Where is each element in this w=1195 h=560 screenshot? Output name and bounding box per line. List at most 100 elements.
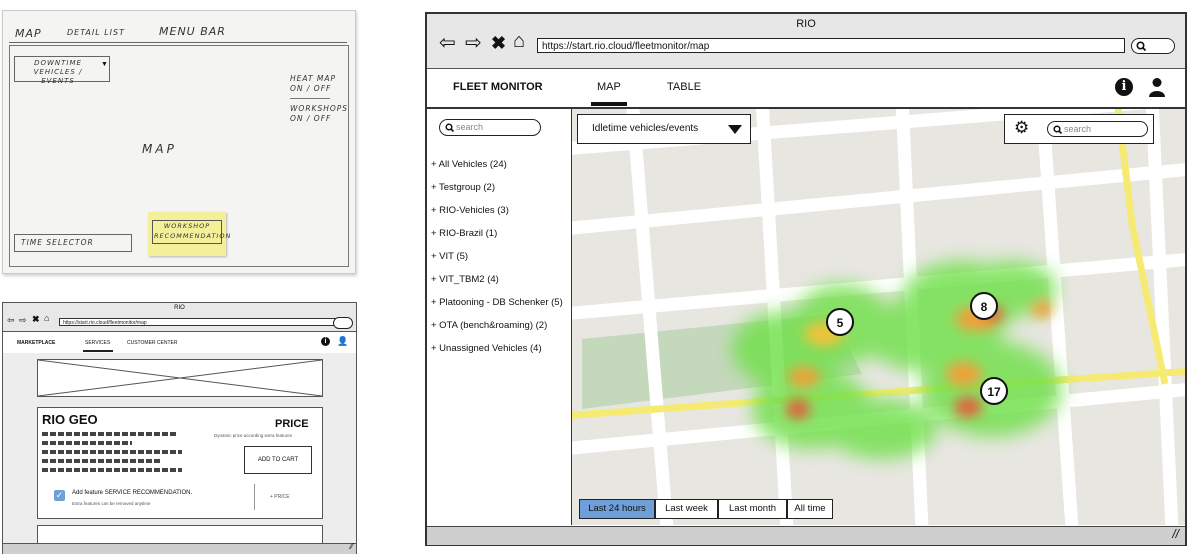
- time-range-last-24-hours[interactable]: Last 24 hours: [579, 499, 655, 519]
- mini-product-card: RIO GEO PRICE Dynamic price according ex…: [37, 407, 323, 519]
- browser-search-icon: [1136, 41, 1146, 51]
- sidebar-item-platooning[interactable]: + Platooning - DB Schenker (5): [431, 297, 563, 308]
- sidebar-item-testgroup[interactable]: + Testgroup (2): [431, 182, 495, 193]
- map-tools-panel: ⚙ search: [1004, 114, 1154, 144]
- mini-image-placeholder: [37, 359, 323, 397]
- product-mockup: RIO ⇦ ⇨ ✖ ⌂ https://start.rio.cloud/flee…: [2, 302, 357, 554]
- forward-icon[interactable]: ⇨: [465, 32, 482, 54]
- mini-back-icon[interactable]: ⇦: [7, 315, 15, 326]
- paper-sketch: MAP DETAIL LIST MENU BAR DOWNTIME VEHICL…: [2, 10, 356, 274]
- cluster-marker[interactable]: 17: [980, 377, 1008, 405]
- time-range-last-month[interactable]: Last month: [718, 499, 787, 519]
- map-search-input[interactable]: search: [1047, 121, 1148, 137]
- map-search-placeholder: search: [1064, 124, 1092, 134]
- sketch-menu-detail-list: DETAIL LIST: [67, 28, 125, 37]
- user-icon[interactable]: [1148, 77, 1166, 97]
- mini-nav-customer-center[interactable]: CUSTOMER CENTER: [127, 340, 177, 346]
- sidebar-item-rio-vehicles[interactable]: + RIO-Vehicles (3): [431, 205, 509, 216]
- sidebar-item-unassigned[interactable]: + Unassigned Vehicles (4): [431, 343, 542, 354]
- mini-add-to-cart-button[interactable]: ADD TO CART: [244, 446, 312, 474]
- mini-browser-chrome: RIO ⇦ ⇨ ✖ ⌂ https://start.rio.cloud/flee…: [3, 303, 356, 332]
- active-tab-indicator: [591, 102, 627, 106]
- sketch-map-label: MAP: [142, 142, 177, 156]
- browser-search-field[interactable]: [1131, 38, 1175, 54]
- sidebar-search-icon: [445, 123, 454, 132]
- home-icon[interactable]: ⌂: [513, 30, 525, 52]
- mini-divider: [254, 484, 255, 510]
- mini-info-icon[interactable]: i: [321, 337, 330, 346]
- sketch-sticky-text: WORKSHOP RECOMMENDATION: [154, 222, 232, 240]
- sidebar-item-rio-brazil[interactable]: + RIO-Brazil (1): [431, 228, 497, 239]
- mini-search-pill[interactable]: [333, 317, 353, 329]
- sketch-menubar: MAP DETAIL LIST MENU BAR: [9, 17, 347, 43]
- sketch-heatmap-toggle: HEAT MAP ON / OFF: [290, 74, 337, 93]
- mini-product-title: RIO GEO: [42, 412, 98, 427]
- mini-nav-marketplace[interactable]: MARKETPLACE: [17, 340, 55, 346]
- mini-description-line: [42, 432, 176, 436]
- sketch-dropdown-arrow-icon: ▼: [101, 61, 108, 68]
- mini-page-body: RIO GEO PRICE Dynamic price according ex…: [3, 353, 356, 544]
- sketch-sticky-note: WORKSHOP RECOMMENDATION: [148, 212, 232, 256]
- brand-title: FLEET MONITOR: [453, 81, 543, 93]
- mini-placeholder-cross: [38, 360, 322, 396]
- mini-user-icon[interactable]: 👤: [337, 336, 348, 347]
- cluster-marker[interactable]: 5: [826, 308, 854, 336]
- sketch-time-selector-label: TIME SELECTOR: [21, 238, 94, 247]
- mini-feature-label: Add feature SERVICE RECOMMENDATION.: [72, 490, 193, 496]
- sidebar-search-placeholder: search: [456, 122, 484, 132]
- tab-map[interactable]: MAP: [597, 81, 621, 93]
- sidebar-item-all-vehicles[interactable]: + All Vehicles (24): [431, 159, 507, 170]
- mini-status-bar: ⁄⁄: [3, 542, 356, 554]
- stop-icon[interactable]: ✖: [491, 32, 506, 54]
- mini-nav-services[interactable]: SERVICES: [85, 340, 110, 346]
- event-type-dropdown-value: Idletime vehicles/events: [592, 123, 699, 134]
- sketch-menu-bar-label: MENU BAR: [159, 25, 226, 38]
- mini-resize-icon[interactable]: ⁄⁄: [350, 542, 353, 551]
- browser-window: RIO ⇦ ⇨ ✖ ⌂ https://start.rio.cloud/flee…: [425, 12, 1187, 546]
- mini-description-line: [42, 450, 182, 454]
- sidebar-item-vit-tbm2[interactable]: + VIT_TBM2 (4): [431, 274, 499, 285]
- mini-feature-checkbox[interactable]: ✓: [54, 490, 65, 501]
- event-type-dropdown[interactable]: Idletime vehicles/events: [577, 114, 751, 144]
- mini-home-icon[interactable]: ⌂: [44, 313, 49, 323]
- time-range-last-week[interactable]: Last week: [655, 499, 718, 519]
- mini-price-label: PRICE: [275, 418, 309, 430]
- mini-navbar: MARKETPLACE SERVICES CUSTOMER CENTER i 👤: [3, 332, 356, 354]
- mini-forward-icon[interactable]: ⇨: [19, 315, 27, 326]
- tab-table[interactable]: TABLE: [667, 81, 701, 93]
- vehicle-sidebar: search + All Vehicles (24) + Testgroup (…: [427, 109, 573, 525]
- mini-close-icon[interactable]: ✖: [32, 314, 40, 325]
- sidebar-item-vit[interactable]: + VIT (5): [431, 251, 468, 262]
- mini-price-note: Dynamic price according extra features: [214, 433, 293, 438]
- back-icon[interactable]: ⇦: [439, 32, 456, 54]
- status-bar: //: [427, 526, 1185, 545]
- mini-next-card: [37, 525, 323, 544]
- map-canvas: [572, 109, 1185, 525]
- info-icon[interactable]: i: [1115, 78, 1133, 96]
- cluster-marker[interactable]: 8: [970, 292, 998, 320]
- sketch-dropdown-label: DOWNTIME VEHICLES / EVENTS: [33, 59, 83, 85]
- chevron-down-icon: [728, 125, 742, 134]
- mini-description-line: [42, 441, 132, 445]
- sketch-workshops-toggle: WORKSHOPS ON / OFF: [290, 104, 349, 123]
- sketch-dropdown: DOWNTIME VEHICLES / EVENTS ▼: [14, 56, 110, 85]
- window-title: RIO: [796, 18, 816, 30]
- mini-plus-price: + PRICE: [270, 494, 290, 500]
- sidebar-search-input[interactable]: search: [439, 119, 541, 136]
- mini-active-tab-underline: [83, 350, 113, 352]
- mini-window-title: RIO: [174, 305, 185, 311]
- browser-chrome: RIO ⇦ ⇨ ✖ ⌂ https://start.rio.cloud/flee…: [427, 14, 1185, 69]
- map-view[interactable]: Idletime vehicles/events ⚙ search 5 8 17…: [572, 109, 1185, 525]
- time-range-all-time[interactable]: All time: [787, 499, 833, 519]
- mini-feature-sub: Extra features can be removed anytime: [72, 501, 151, 506]
- url-bar[interactable]: https://start.rio.cloud/fleetmonitor/map: [537, 38, 1125, 53]
- mini-url-bar[interactable]: https://start.rio.cloud/fleetmonitor/map: [59, 318, 337, 326]
- mini-description-line: [42, 468, 182, 472]
- sketch-map-frame: DOWNTIME VEHICLES / EVENTS ▼ HEAT MAP ON…: [9, 45, 349, 267]
- resize-grip-icon[interactable]: //: [1172, 527, 1179, 541]
- sidebar-item-ota[interactable]: + OTA (bench&roaming) (2): [431, 320, 547, 331]
- gear-icon[interactable]: ⚙: [1014, 118, 1029, 138]
- sketch-divider: [290, 98, 330, 99]
- sketch-menu-map: MAP: [15, 27, 42, 40]
- mini-description-line: [42, 459, 160, 463]
